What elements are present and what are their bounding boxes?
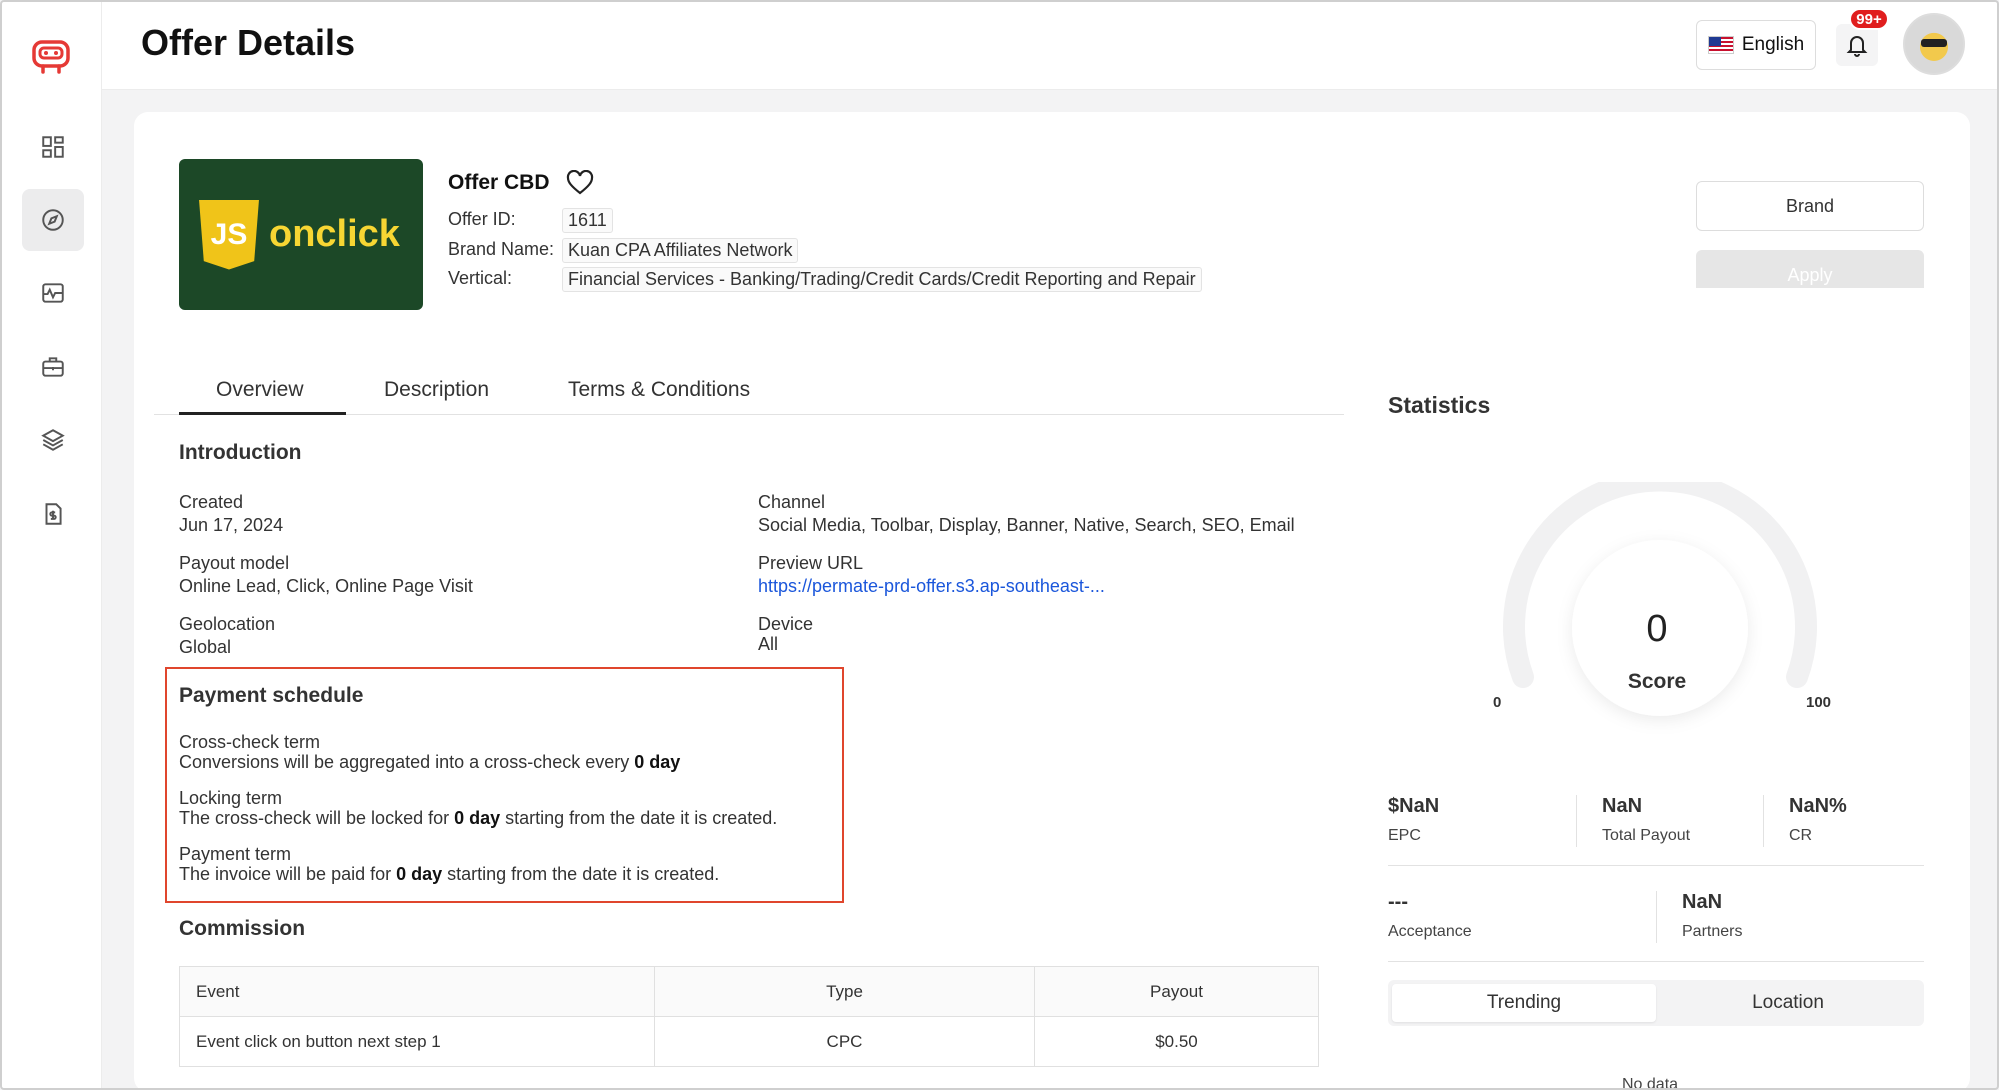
- us-flag-icon: [1707, 36, 1734, 54]
- user-avatar[interactable]: [1903, 13, 1965, 75]
- active-tab-indicator: [179, 412, 346, 415]
- segment-trending[interactable]: Trending: [1392, 984, 1656, 1022]
- segment-location[interactable]: Location: [1656, 984, 1920, 1022]
- invoice-icon: [45, 503, 62, 525]
- event-cell: Event click on button next step 1: [179, 1016, 655, 1067]
- analytics-icon: [42, 283, 64, 303]
- app-logo-icon[interactable]: [31, 36, 71, 76]
- locking-term-text: The cross-check will be locked for 0 day…: [179, 808, 778, 828]
- bell-icon: [1846, 36, 1868, 57]
- column-header-payout: Payout: [1034, 966, 1319, 1017]
- offer-id-label: Offer ID:: [448, 209, 516, 229]
- channel-label: Channel: [758, 492, 826, 512]
- preview-url-link[interactable]: https://permate-prd-offer.s3.ap-southeas…: [758, 576, 1105, 597]
- stat-divider: [1656, 891, 1657, 943]
- payout-model-label: Payout model: [179, 553, 290, 573]
- payout-cell: $0.50: [1034, 1016, 1319, 1067]
- payment-term-label: Payment term: [179, 844, 292, 864]
- language-selector[interactable]: English: [1696, 20, 1816, 70]
- sidebar-item-briefcase[interactable]: [22, 336, 84, 398]
- total-payout-label: Total Payout: [1602, 827, 1691, 844]
- brand-button[interactable]: Brand: [1696, 181, 1924, 231]
- payout-model-value: Online Lead, Click, Online Page Visit: [179, 576, 473, 596]
- top-header: Offer Details English 99+: [102, 2, 1998, 90]
- js-shield-icon: JS: [199, 199, 259, 270]
- stat-row-divider: [1388, 961, 1924, 962]
- stat-divider: [1763, 795, 1764, 847]
- locking-term-label: Locking term: [179, 788, 283, 808]
- payment-term-text: The invoice will be paid for 0 day start…: [179, 864, 720, 884]
- payment-schedule-title: Payment schedule: [179, 684, 364, 707]
- device-label: Device: [758, 614, 814, 634]
- commission-table: Event Type Payout Event click on button …: [179, 966, 1319, 1067]
- notification-count-badge: 99+: [1849, 8, 1889, 30]
- tab-terms-conditions[interactable]: Terms & Conditions: [568, 378, 750, 402]
- score-value: 0: [1646, 608, 1668, 650]
- created-value: Jun 17, 2024: [179, 515, 284, 535]
- partners-label: Partners: [1682, 923, 1743, 940]
- epc-value: $NaN: [1388, 795, 1440, 817]
- layers-icon: [41, 429, 65, 451]
- cr-value: NaN%: [1789, 795, 1847, 817]
- vertical-label: Vertical:: [448, 268, 513, 288]
- acceptance-label: Acceptance: [1388, 923, 1472, 940]
- gauge-min-label: 0: [1493, 694, 1502, 711]
- offer-logo: JS onclick: [179, 159, 423, 310]
- table-header-row: Event Type Payout: [179, 966, 1319, 1017]
- epc-label: EPC: [1388, 827, 1421, 844]
- brand-name-label: Brand Name:: [448, 239, 555, 259]
- dashboard-icon: [42, 136, 64, 158]
- sidebar-item-layers[interactable]: [22, 409, 84, 471]
- sidebar: [2, 2, 102, 1088]
- channel-value: Social Media, Toolbar, Display, Banner, …: [758, 515, 1295, 535]
- geolocation-label: Geolocation: [179, 614, 276, 634]
- total-payout-value: NaN: [1602, 795, 1643, 817]
- score-label: Score: [1627, 670, 1687, 693]
- no-data-text: No data: [1622, 1076, 1679, 1090]
- sidebar-item-analytics[interactable]: [22, 262, 84, 324]
- column-header-type: Type: [654, 966, 1035, 1017]
- acceptance-value: ---: [1388, 891, 1408, 913]
- sidebar-item-explore[interactable]: [22, 189, 84, 251]
- sidebar-item-dashboard[interactable]: [22, 116, 84, 178]
- notifications-button[interactable]: [1836, 24, 1878, 66]
- favorite-heart-icon[interactable]: [566, 170, 594, 196]
- cross-check-term-text: Conversions will be aggregated into a cr…: [179, 752, 681, 772]
- geolocation-value: Global: [179, 637, 232, 657]
- commission-title: Commission: [179, 917, 306, 940]
- device-value: All: [758, 634, 779, 654]
- table-row: Event click on button next step 1 CPC $0…: [179, 1016, 1319, 1067]
- cross-check-term-label: Cross-check term: [179, 732, 321, 752]
- partners-value: NaN: [1682, 891, 1723, 913]
- offer-logo-text: onclick: [269, 213, 400, 255]
- briefcase-icon: [42, 357, 64, 377]
- page-title: Offer Details: [141, 22, 356, 63]
- created-label: Created: [179, 492, 244, 512]
- language-label: English: [1741, 34, 1805, 55]
- type-cell: CPC: [654, 1016, 1035, 1067]
- offer-id-value: 1611: [562, 208, 613, 233]
- stat-row-divider: [1388, 865, 1924, 866]
- vertical-value: Financial Services - Banking/Trading/Cre…: [562, 267, 1202, 292]
- offer-name: Offer CBD: [448, 171, 550, 194]
- gauge-max-label: 100: [1806, 694, 1832, 711]
- preview-url-label: Preview URL: [758, 553, 864, 573]
- stat-divider: [1576, 795, 1577, 847]
- brand-name-value: Kuan CPA Affiliates Network: [562, 238, 799, 263]
- statistics-title: Statistics: [1388, 392, 1491, 418]
- introduction-title: Introduction: [179, 441, 302, 464]
- tab-description[interactable]: Description: [384, 378, 489, 402]
- cr-label: CR: [1789, 827, 1813, 844]
- sidebar-item-invoice[interactable]: [22, 483, 84, 545]
- tab-overview[interactable]: Overview: [216, 378, 304, 402]
- column-header-event: Event: [179, 966, 655, 1017]
- compass-icon: [42, 209, 64, 231]
- apply-button[interactable]: Apply: [1696, 250, 1924, 288]
